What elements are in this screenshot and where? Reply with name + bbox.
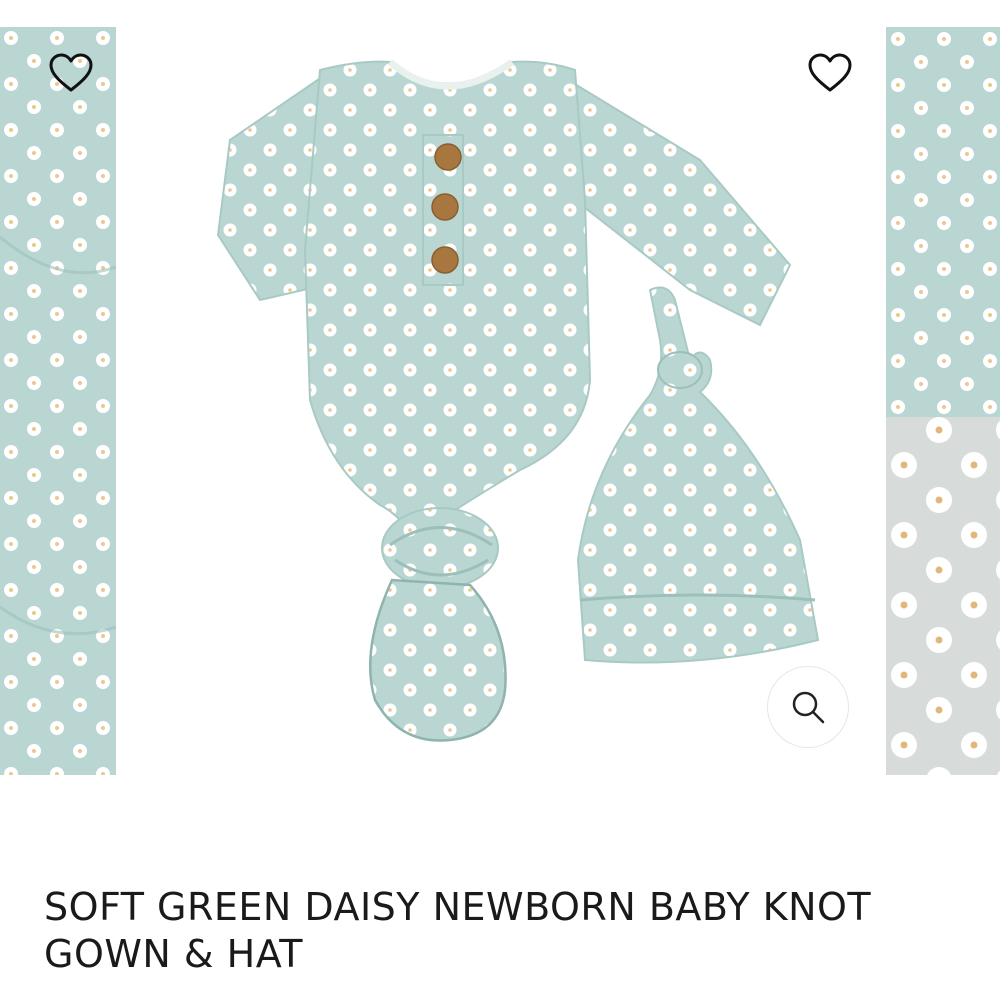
knot-hat-graphic xyxy=(576,286,820,664)
product-page: SOFT GREEN DAISY NEWBORN BABY KNOT GOWN … xyxy=(0,0,1000,1000)
wishlist-button-previous[interactable] xyxy=(48,52,94,94)
carousel-slide-current[interactable] xyxy=(116,27,886,775)
magnifier-icon xyxy=(792,691,825,724)
carousel-slide-previous[interactable] xyxy=(0,27,116,775)
heart-outline-icon xyxy=(808,53,852,92)
carousel-slide-next[interactable] xyxy=(886,27,1000,775)
next-slide-image xyxy=(886,27,1000,775)
previous-slide-image xyxy=(0,27,116,775)
heart-outline-icon xyxy=(49,53,93,92)
wishlist-button[interactable] xyxy=(807,52,853,94)
product-image xyxy=(216,59,820,742)
zoom-image-button[interactable] xyxy=(767,666,849,748)
product-title: SOFT GREEN DAISY NEWBORN BABY KNOT GOWN … xyxy=(44,885,872,976)
product-image-carousel[interactable] xyxy=(0,27,1000,775)
